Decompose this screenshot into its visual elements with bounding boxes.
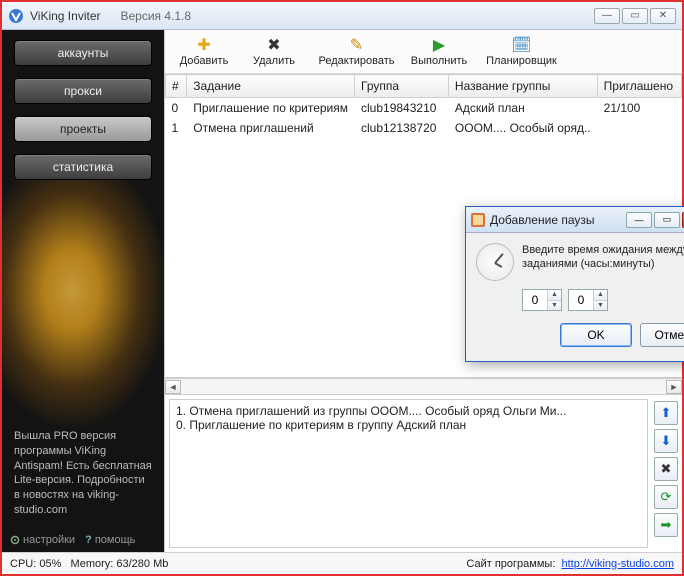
maximize-button[interactable]: ▭ — [622, 8, 648, 24]
question-icon: ? — [85, 534, 92, 546]
col-task[interactable]: Задание — [187, 75, 355, 98]
dialog-desc: Введите время ожидания между заданиями (… — [522, 243, 684, 281]
table-row[interactable]: 0 Приглашение по критериям club19843210 … — [166, 98, 682, 119]
sidebar: аккаунты прокси проекты статистика Вышла… — [2, 30, 164, 552]
app-title: ViKing Inviter — [30, 9, 100, 23]
col-idx[interactable]: # — [166, 75, 187, 98]
sidebar-stats[interactable]: статистика — [14, 154, 152, 180]
promo-text: Вышла PRO версия программы ViKing Antisp… — [2, 419, 164, 528]
ok-button[interactable]: OK — [560, 323, 632, 347]
calendar-icon: 🗓 — [514, 37, 530, 53]
close-button[interactable]: ✕ — [650, 8, 676, 24]
app-window: ViKing Inviter Версия 4.1.8 — ▭ ✕ аккаун… — [0, 0, 684, 576]
cancel-button[interactable]: Отмена — [640, 323, 684, 347]
delete-button[interactable]: ✖Удалить — [239, 37, 309, 67]
col-groupname[interactable]: Название группы — [448, 75, 597, 98]
sidebar-proxy[interactable]: прокси — [14, 78, 152, 104]
edit-button[interactable]: ✎Редактировать — [309, 37, 404, 67]
play-icon: ▶ — [431, 37, 447, 53]
scroll-left-icon[interactable]: ◄ — [165, 380, 181, 394]
statusbar: CPU: 05% Memory: 63/280 Mb Сайт программ… — [2, 552, 682, 574]
cpu-label: CPU: — [10, 558, 36, 570]
up-arrow-icon[interactable]: ▲ — [594, 290, 607, 301]
titlebar: ViKing Inviter Версия 4.1.8 — ▭ ✕ — [2, 2, 682, 30]
hours-input[interactable] — [523, 290, 547, 310]
minimize-button[interactable]: — — [594, 8, 620, 24]
minutes-spinner[interactable]: ▲▼ — [568, 289, 608, 311]
cpu-value: 05% — [39, 558, 61, 570]
log-line: 1. Отмена приглашений из группы ОООМ....… — [176, 404, 641, 418]
dialog-minimize[interactable]: — — [626, 212, 652, 228]
dialog-titlebar: Добавление паузы — ▭ ✕ — [466, 207, 684, 233]
down-arrow-icon[interactable]: ▼ — [548, 301, 561, 311]
app-version: Версия 4.1.8 — [120, 9, 191, 23]
edit-icon: ✎ — [349, 37, 365, 53]
help-link[interactable]: ?помощь — [85, 534, 135, 546]
app-icon — [8, 8, 24, 24]
refresh-button[interactable]: ⟳ — [654, 485, 678, 509]
settings-link[interactable]: настройки — [10, 534, 75, 546]
dialog-maximize[interactable]: ▭ — [654, 212, 680, 228]
up-arrow-icon[interactable]: ▲ — [548, 290, 561, 301]
main-area: ✚Добавить ✖Удалить ✎Редактировать ▶Выпол… — [164, 30, 682, 552]
label: прокси — [64, 84, 102, 98]
mem-label: Memory: — [71, 558, 114, 570]
down-arrow-icon[interactable]: ▼ — [594, 301, 607, 311]
dialog-title: Добавление паузы — [490, 213, 594, 227]
site-label: Сайт программы: — [466, 558, 555, 570]
sidebar-accounts[interactable]: аккаунты — [14, 40, 152, 66]
add-button[interactable]: ✚Добавить — [169, 37, 239, 67]
label: статистика — [53, 160, 113, 174]
go-button[interactable]: ➡ — [654, 513, 678, 537]
mem-value: 63/280 Mb — [116, 558, 168, 570]
col-group[interactable]: Группа — [355, 75, 449, 98]
remove-button[interactable]: ✖ — [654, 457, 678, 481]
hscrollbar[interactable]: ◄ ► — [165, 378, 682, 394]
clock-icon — [476, 243, 514, 281]
sidebar-projects[interactable]: проекты — [14, 116, 152, 142]
gear-icon — [10, 535, 20, 545]
log-line: 0. Приглашение по критериям в группу Адс… — [176, 418, 641, 432]
col-invited[interactable]: Приглашено — [597, 75, 681, 98]
scheduler-button[interactable]: 🗓Планировщик — [474, 37, 569, 67]
label: проекты — [60, 122, 106, 136]
move-down-button[interactable]: ⬇ — [654, 429, 678, 453]
toolbar: ✚Добавить ✖Удалить ✎Редактировать ▶Выпол… — [165, 30, 682, 74]
dialog-icon — [470, 212, 486, 228]
table-row[interactable]: 1 Отмена приглашений club12138720 ОООМ..… — [166, 118, 682, 138]
log-panel: 1. Отмена приглашений из группы ОООМ....… — [165, 394, 682, 552]
site-link[interactable]: http://viking-studio.com — [562, 558, 675, 570]
plus-icon: ✚ — [196, 37, 212, 53]
x-icon: ✖ — [266, 37, 282, 53]
move-up-button[interactable]: ⬆ — [654, 401, 678, 425]
minutes-input[interactable] — [569, 290, 593, 310]
pause-dialog: Добавление паузы — ▭ ✕ Введите время ожи… — [465, 206, 684, 362]
run-button[interactable]: ▶Выполнить — [404, 37, 474, 67]
label: аккаунты — [58, 46, 109, 60]
scroll-right-icon[interactable]: ► — [666, 380, 682, 394]
hours-spinner[interactable]: ▲▼ — [522, 289, 562, 311]
log-text[interactable]: 1. Отмена приглашений из группы ОООМ....… — [169, 399, 648, 548]
